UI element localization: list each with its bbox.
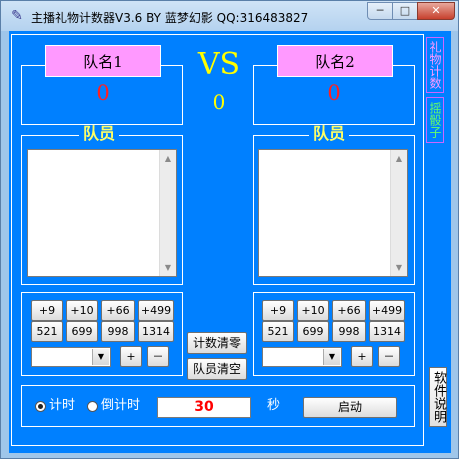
gift-left-button-2[interactable]: +10 [66,300,98,321]
scroll-down-icon[interactable]: ▼ [160,259,176,276]
gift-right-button-2[interactable]: +10 [297,300,329,321]
vs-label: VS [197,47,241,82]
gift-left-button-1[interactable]: +9 [31,300,63,321]
chevron-down-icon[interactable]: ▼ [323,349,340,365]
close-button[interactable]: ✕ [417,2,455,20]
timer-seconds-input[interactable]: 30 [157,397,251,418]
feather-icon: ✎ [11,8,23,24]
clear-members-button[interactable]: 队员清空 [187,358,247,380]
count-up-label[interactable]: 计时 [49,398,75,414]
gift-left-select[interactable]: ▼ [31,347,111,367]
right-plus-button[interactable]: + [351,346,373,367]
team-right-name[interactable]: 队名2 [277,45,393,77]
gift-left-button-7[interactable]: 998 [101,321,135,342]
start-button[interactable]: 启动 [303,397,397,418]
members-left-legend: 队员 [79,125,120,143]
gift-left-button-3[interactable]: +66 [101,300,135,321]
seconds-unit-label: 秒 [267,398,281,413]
team-left-name[interactable]: 队名1 [45,45,161,77]
gift-right-button-6[interactable]: 699 [297,321,329,342]
scroll-up-icon[interactable]: ▲ [160,150,176,167]
minimize-button[interactable]: ─ [367,2,393,20]
gift-left-button-6[interactable]: 699 [66,321,98,342]
left-plus-button[interactable]: + [120,346,142,367]
team-right-score: 0 [327,81,341,105]
maximize-button[interactable]: □ [392,2,418,20]
right-minus-button[interactable]: － [378,346,400,367]
dice-side-button[interactable]: 摇骰子 [426,97,444,143]
gift-right-button-3[interactable]: +66 [332,300,366,321]
count-down-label[interactable]: 倒计时 [101,398,140,414]
window-title: 主播礼物计数器V3.6 BY 蓝梦幻影 QQ:316483827 [31,11,309,25]
members-right-legend: 队员 [309,125,350,143]
gift-left-button-4[interactable]: +499 [138,300,174,321]
gift-right-button-1[interactable]: +9 [262,300,294,321]
app-window: ✎ 主播礼物计数器V3.6 BY 蓝梦幻影 QQ:316483827 ─ □ ✕… [0,0,459,459]
scroll-up-icon[interactable]: ▲ [391,150,407,167]
chevron-down-icon[interactable]: ▼ [92,349,109,365]
left-minus-button[interactable]: － [147,346,169,367]
members-right-scrollbar[interactable]: ▲ ▼ [390,150,407,276]
gift-count-side-button[interactable]: 礼物计数 [426,37,444,93]
gift-right-select[interactable]: ▼ [262,347,342,367]
radio-selected-dot [38,404,43,409]
title-bar[interactable]: ✎ 主播礼物计数器V3.6 BY 蓝梦幻影 QQ:316483827 ─ □ ✕ [1,1,458,31]
gift-right-button-5[interactable]: 521 [262,321,294,342]
gift-left-button-5[interactable]: 521 [31,321,63,342]
gift-right-button-4[interactable]: +499 [369,300,405,321]
team-left-score: 0 [96,81,110,105]
count-up-radio[interactable] [35,401,46,412]
help-button[interactable]: 软件说明 [429,367,447,427]
reset-count-button[interactable]: 计数清零 [187,332,247,354]
gift-right-button-8[interactable]: 1314 [369,321,405,342]
members-right-list[interactable]: ▲ ▼ [258,149,408,277]
count-down-radio[interactable] [87,401,98,412]
members-left-scrollbar[interactable]: ▲ ▼ [159,150,176,276]
scroll-down-icon[interactable]: ▼ [391,259,407,276]
members-left-list[interactable]: ▲ ▼ [27,149,177,277]
gift-right-button-7[interactable]: 998 [332,321,366,342]
gift-left-button-8[interactable]: 1314 [138,321,174,342]
client-area: 队名1 0 队名2 0 VS 0 队员 ▲ ▼ 队员 ▲ ▼ +9 +10 +6… [9,31,451,453]
center-count: 0 [212,90,226,114]
